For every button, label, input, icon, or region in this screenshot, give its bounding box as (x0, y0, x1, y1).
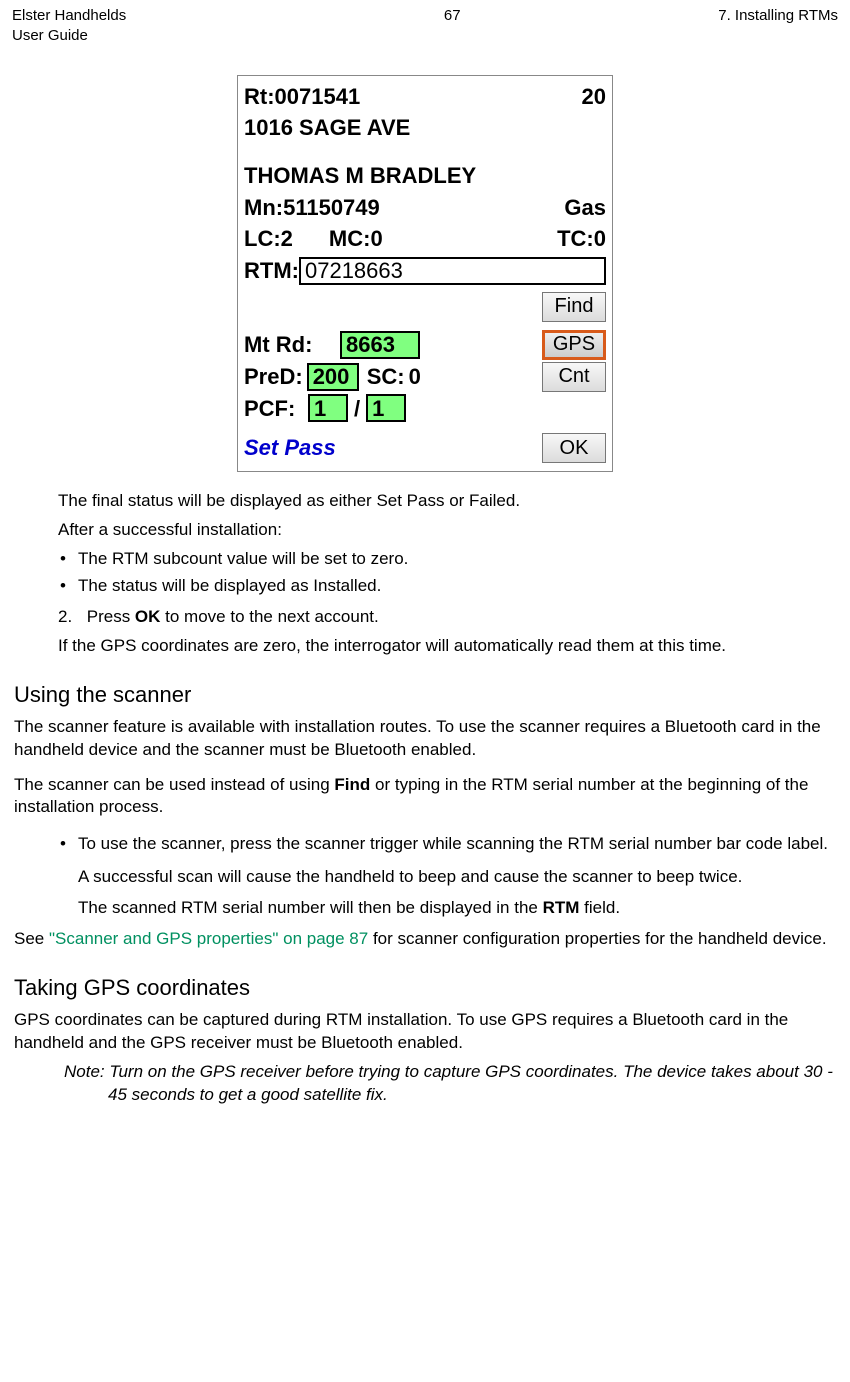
pcf-sep: / (354, 394, 360, 424)
mc-label: MC: (329, 224, 371, 254)
rt-count: 20 (582, 82, 606, 112)
list-item: To use the scanner, press the scanner tr… (58, 833, 834, 920)
paragraph: The scanner feature is available with in… (14, 716, 834, 762)
tc-label: TC: (557, 224, 594, 254)
address: 1016 SAGE AVE (244, 113, 410, 143)
page-number: 67 (126, 6, 718, 47)
pcf-a[interactable]: 1 (308, 394, 348, 422)
status-text: Set Pass (244, 433, 336, 463)
find-button[interactable]: Find (542, 292, 606, 322)
numbered-step: 2. Press OK to move to the next account. (58, 606, 834, 629)
body-text: The final status will be displayed as ei… (0, 490, 850, 1106)
doc-title: Elster Handhelds (12, 6, 126, 26)
mc-value: 0 (370, 224, 382, 254)
mn-value: 51150749 (283, 193, 380, 223)
meter-type: Gas (564, 193, 606, 223)
pred-label: PreD: (244, 362, 303, 392)
pcf-b[interactable]: 1 (366, 394, 406, 422)
rt-value: 0071541 (275, 82, 361, 112)
sc-value: 0 (409, 362, 421, 392)
customer-name: THOMAS M BRADLEY (244, 161, 476, 191)
pcf-label: PCF: (244, 394, 302, 424)
paragraph: The scanner can be used instead of using… (14, 774, 834, 820)
pred-value[interactable]: 200 (307, 363, 359, 391)
gps-button[interactable]: GPS (542, 330, 606, 360)
paragraph: The final status will be displayed as ei… (58, 490, 834, 513)
sc-label: SC: (367, 362, 405, 392)
paragraph: If the GPS coordinates are zero, the int… (58, 635, 834, 658)
rt-label: Rt: (244, 82, 275, 112)
doc-subtitle: User Guide (12, 26, 126, 46)
header-left: Elster Handhelds User Guide (12, 6, 126, 47)
tc-value: 0 (594, 224, 606, 254)
lc-label: LC: (244, 224, 281, 254)
section-heading: Taking GPS coordinates (14, 973, 834, 1003)
section-heading: Using the scanner (14, 680, 834, 710)
paragraph: See "Scanner and GPS properties" on page… (14, 928, 834, 951)
page-header: Elster Handhelds User Guide 67 7. Instal… (0, 0, 850, 47)
mn-label: Mn: (244, 193, 283, 223)
note: Note: Turn on the GPS receiver before tr… (58, 1061, 834, 1107)
device-screenshot: Rt: 0071541 20 1016 SAGE AVE THOMAS M BR… (237, 75, 613, 473)
cnt-button[interactable]: Cnt (542, 362, 606, 392)
mtrd-value[interactable]: 8663 (340, 331, 420, 359)
cross-reference-link[interactable]: "Scanner and GPS properties" on page 87 (49, 929, 368, 948)
list-item: The RTM subcount value will be set to ze… (58, 548, 834, 571)
paragraph: After a successful installation: (58, 519, 834, 542)
list-item: The status will be displayed as Installe… (58, 575, 834, 598)
chapter-title: 7. Installing RTMs (718, 6, 838, 47)
rtm-input[interactable] (299, 257, 606, 285)
rtm-label: RTM: (244, 256, 299, 286)
mtrd-label: Mt Rd: (244, 330, 334, 360)
lc-value: 2 (281, 224, 293, 254)
paragraph: GPS coordinates can be captured during R… (14, 1009, 834, 1055)
ok-button[interactable]: OK (542, 433, 606, 463)
